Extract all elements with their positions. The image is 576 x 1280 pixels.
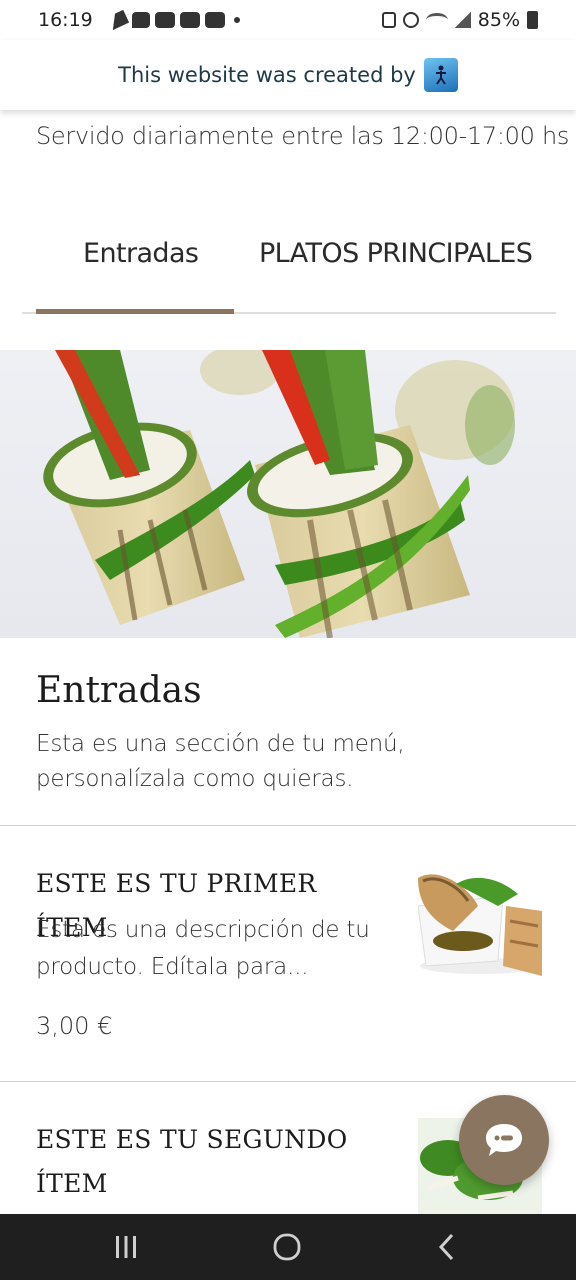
wix-banner[interactable]: This website was created by (0, 40, 576, 110)
system-nav-bar (0, 1214, 576, 1280)
recents-button[interactable] (101, 1228, 151, 1266)
youtube-icon (204, 12, 225, 28)
wix-logo-icon (423, 58, 458, 92)
active-tab-indicator (36, 309, 234, 314)
status-right: 85% (381, 9, 538, 31)
chat-bubble-icon (486, 1124, 522, 1156)
section-divider (0, 825, 576, 826)
chat-button[interactable] (459, 1095, 549, 1185)
tab-platos-principales[interactable]: PLATOS PRINCIPALES (259, 238, 533, 269)
home-icon (273, 1233, 301, 1261)
item-image[interactable] (418, 866, 542, 982)
back-button[interactable] (422, 1228, 472, 1266)
lock-icon (381, 12, 396, 28)
youtube-icon (154, 12, 175, 28)
signal-icon (454, 12, 471, 28)
more-notifications-icon (233, 17, 240, 23)
served-hours: Servido diariamente entre las 12:00-17:0… (36, 122, 570, 150)
alarm-icon (402, 12, 419, 28)
chat-icon (131, 12, 150, 28)
recents-icon (116, 1236, 136, 1258)
item-title: ESTE ES TU SEGUNDO ÍTEM (36, 1125, 348, 1198)
section-hero-image (0, 350, 576, 638)
item-description: Esta es una descripción de tu producto. … (36, 917, 370, 980)
notification-icons (106, 9, 240, 31)
status-time: 16:19 (38, 9, 93, 31)
telegram-icon (106, 9, 129, 31)
item-price: 3,00 € (36, 1012, 113, 1040)
status-left: 16:19 (38, 9, 240, 31)
section-description: Esta es una sección de tu menú, personal… (36, 731, 405, 792)
back-icon (438, 1233, 454, 1261)
banner-text: This website was created by (118, 63, 416, 87)
home-button[interactable] (262, 1228, 312, 1266)
battery-icon (527, 11, 538, 29)
section-title: Entradas (36, 670, 202, 711)
wifi-icon (425, 13, 448, 27)
item-divider (0, 1081, 576, 1082)
youtube-icon (179, 12, 200, 28)
menu-tabs: Entradas PLATOS PRINCIPALES (22, 220, 556, 314)
status-bar: 16:19 85% (0, 0, 576, 40)
tab-entradas[interactable]: Entradas (83, 238, 199, 269)
battery-level: 85% (477, 9, 520, 31)
